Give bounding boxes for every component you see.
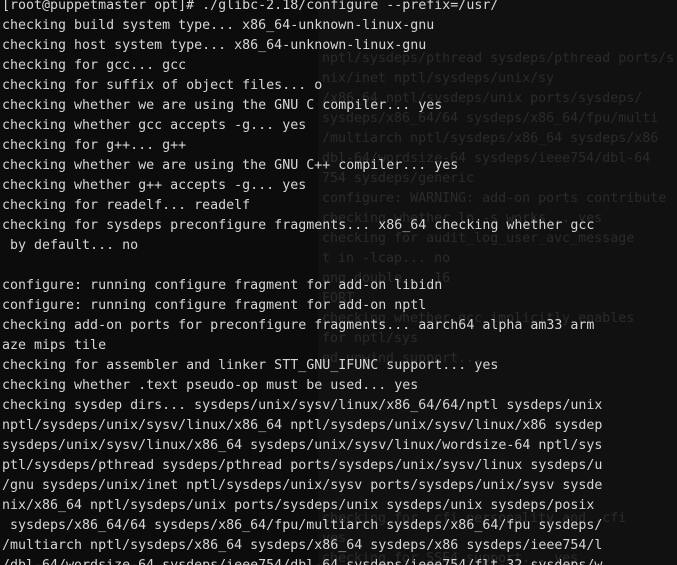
terminal-output-line: /dbl-64/wordsize-64 sysdeps/ieee754/dbl-… (0, 556, 677, 565)
terminal-prompt-line: [root@puppetmaster opt]# ./glibc-2.18/co… (2, 0, 499, 13)
terminal-output-line: checking for sysdeps preconfigure fragme… (2, 218, 595, 233)
terminal-output-line: checking whether g++ accepts -g... yes (2, 178, 307, 193)
terminal-output-line: checking build system type... x86_64-unk… (2, 18, 435, 33)
terminal-output-line: checking sysdep dirs... sysdeps/unix/sys… (2, 398, 603, 413)
terminal-output-line: nix/x86_64 nptl/sysdeps/unix ports/sysde… (2, 498, 595, 513)
terminal-output-line: checking for g++... g++ (2, 138, 187, 153)
terminal-output-line: checking add-on ports for preconfigure f… (2, 318, 595, 333)
terminal-output-line: /gnu sysdeps/unix/inet nptl/sysdeps/unix… (2, 478, 603, 493)
terminal-output-line: checking whether we are using the GNU C … (2, 98, 443, 113)
terminal-output-line: /multiarch nptl/sysdeps/x86_64 sysdeps/x… (2, 538, 603, 553)
terminal-output-line: configure: running configure fragment fo… (2, 298, 427, 313)
terminal-output-line: nptl/sysdeps/unix/sysv/linux/x86_64 nptl… (2, 418, 603, 433)
terminal-output-line: checking for assembler and linker STT_GN… (2, 358, 499, 373)
terminal-output-line: checking whether we are using the GNU C+… (2, 158, 459, 173)
terminal-output-line: checking for suffix of object files... o (2, 78, 323, 93)
terminal-output-line: checking for gcc... gcc (2, 58, 187, 73)
terminal-output-line: by default... no (2, 238, 139, 253)
terminal-output-line: ptl/sysdeps/pthread sysdeps/pthread port… (2, 458, 603, 473)
terminal-output-line: configure: running configure fragment fo… (2, 278, 443, 293)
terminal-window[interactable]: nptl/sysdeps/pthread sysdeps/pthread por… (0, 0, 677, 565)
terminal-output-line: sysdeps/unix/sysv/linux/x86_64 sysdeps/u… (2, 438, 603, 453)
terminal-output-line: checking for readelf... readelf (2, 198, 251, 213)
terminal-output-line: aze mips tile (2, 338, 107, 353)
terminal-output-line: sysdeps/x86_64/64 sysdeps/x86_64/fpu/mul… (2, 518, 603, 533)
terminal-output-line: checking whether .text pseudo-op must be… (2, 378, 419, 393)
terminal-output-line: checking whether gcc accepts -g... yes (2, 118, 307, 133)
terminal-output: [root@puppetmaster opt]# ./glibc-2.18/co… (0, 0, 677, 565)
terminal-output-line: checking host system type... x86_64-unkn… (2, 38, 427, 53)
